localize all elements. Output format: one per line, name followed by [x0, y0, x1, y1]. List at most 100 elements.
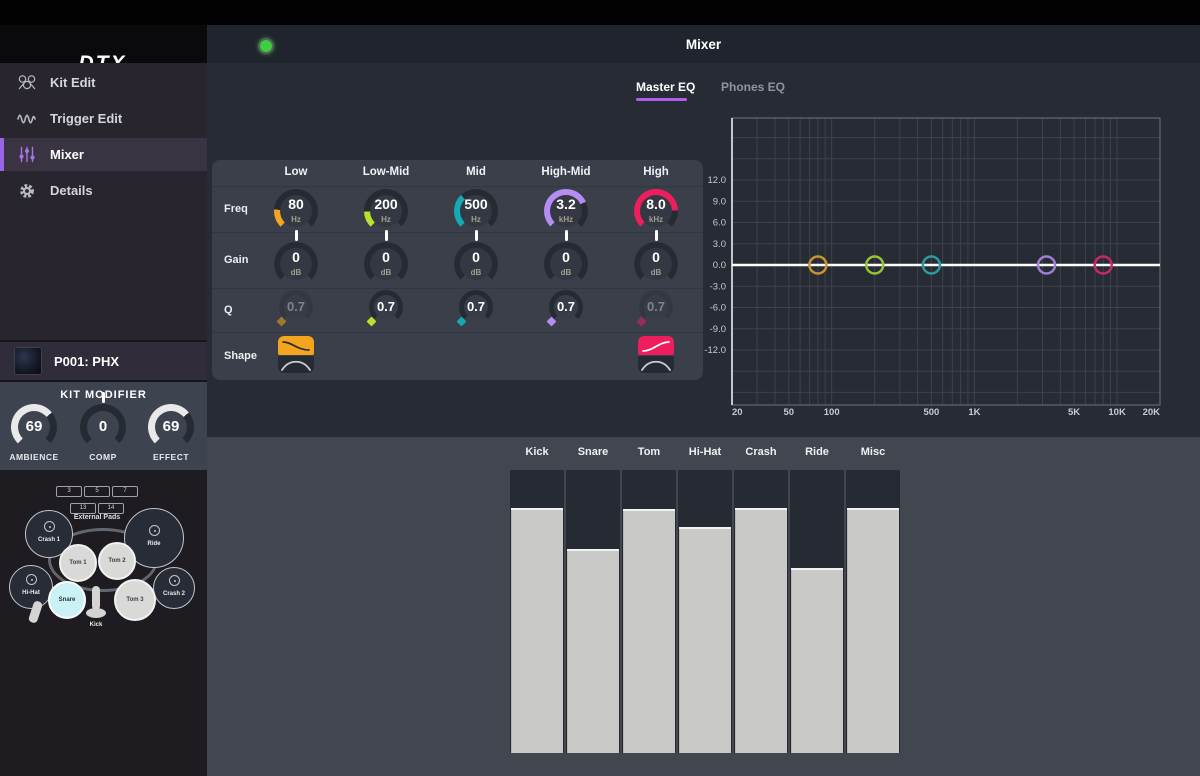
external-pad-button-14[interactable]: 14: [98, 503, 124, 514]
band-cell: 0dB: [431, 242, 521, 286]
q-knob-mid[interactable]: 0.7: [459, 290, 493, 324]
external-pad-button-5[interactable]: 5: [84, 486, 110, 497]
ambience-knob[interactable]: 69: [11, 404, 57, 450]
tab-phones-eq[interactable]: Phones EQ: [721, 80, 785, 94]
pad-kick[interactable]: [92, 586, 100, 610]
comp-label: COMP: [69, 452, 138, 462]
knob-value: 0: [364, 249, 408, 265]
fader-fill: [791, 568, 843, 753]
effect-knob-group: 69EFFECT: [137, 404, 206, 462]
knob-value: 0: [274, 249, 318, 265]
drum-rig-panel: 3571314External PadsCrash 1RideTom 1Tom …: [0, 470, 207, 776]
kit-modifier-section: KIT MODIFIER 69AMBIENCE0COMP69EFFECT: [0, 382, 207, 470]
fader-fill: [679, 527, 731, 753]
mixer-sliders-icon: [16, 146, 38, 164]
shape-shelf-button-high[interactable]: [638, 336, 674, 355]
freq-knob-mid[interactable]: 500Hz: [454, 189, 498, 233]
band-cell: 8.0kHz: [611, 189, 701, 233]
q-knob-high-mid[interactable]: 0.7: [549, 290, 583, 324]
y-axis-tick-label: -12.0: [704, 345, 726, 356]
fader-fill: [623, 509, 675, 753]
sidebar-item-label: Kit Edit: [50, 75, 96, 90]
pad-tom-1[interactable]: Tom 1: [59, 544, 97, 582]
sidebar-nav: Kit Edit Trigger Edit Mixer Details: [0, 63, 207, 340]
fader-crash[interactable]: [734, 470, 788, 753]
x-axis-tick-label: 1K: [968, 407, 980, 418]
gain-knob-high[interactable]: 0dB: [634, 242, 678, 286]
freq-knob-low-mid[interactable]: 200 Hz: [364, 189, 408, 233]
row-separator: [212, 332, 703, 333]
knob-value: 200: [364, 196, 408, 212]
fader-fill: [511, 508, 563, 753]
knob-unit: Hz: [454, 215, 498, 224]
pad-label-snare: Snare: [59, 597, 76, 603]
shape-shelf-button-low[interactable]: [278, 336, 314, 355]
pad-hi-hat[interactable]: Hi-Hat: [9, 565, 53, 609]
channel-label-misc: Misc: [845, 446, 901, 458]
knob-pointer: [565, 230, 568, 241]
kit-thumbnail: [14, 347, 42, 375]
pad-crash-2[interactable]: Crash 2: [153, 567, 195, 609]
freq-knob-low[interactable]: 80 Hz: [274, 189, 318, 233]
fader-snare[interactable]: [566, 470, 620, 753]
sidebar-item-mixer[interactable]: Mixer: [0, 138, 207, 171]
fader-misc[interactable]: [846, 470, 900, 753]
tab-master-eq[interactable]: Master EQ: [636, 80, 695, 94]
fader-tom[interactable]: [622, 470, 676, 753]
gain-knob-mid[interactable]: 0dB: [454, 242, 498, 286]
kit-name: P001: PHX: [54, 354, 119, 369]
row-label-gain: Gain: [224, 254, 248, 266]
q-knob-low[interactable]: 0.7: [279, 290, 313, 324]
ambience-knob-group: 69AMBIENCE: [0, 404, 69, 462]
knob-unit: Hz: [364, 215, 408, 224]
current-kit-row[interactable]: P001: PHX: [0, 340, 207, 382]
cymbal-center-dot: [26, 574, 37, 585]
shape-bell-button-low[interactable]: [278, 356, 314, 373]
external-pad-button-7[interactable]: 7: [112, 486, 138, 497]
fader-fill: [847, 508, 899, 753]
q-knob-high[interactable]: 0.7: [639, 290, 673, 324]
gain-knob-high-mid[interactable]: 0dB: [544, 242, 588, 286]
gain-knob-low-mid[interactable]: 0dB: [364, 242, 408, 286]
band-cell: 3.2kHz: [521, 189, 611, 233]
knob-value: 0: [454, 249, 498, 265]
gain-knob-low[interactable]: 0dB: [274, 242, 318, 286]
knob-value: 0.7: [459, 299, 493, 314]
cymbal-center-dot: [44, 521, 55, 532]
x-axis-tick-label: 500: [923, 407, 939, 418]
freq-knob-high[interactable]: 8.0kHz: [634, 189, 678, 233]
gear-icon: [16, 182, 38, 200]
eq-response-graph[interactable]: 12.09.06.03.00.0-3.0-6.0-9.0-12.02050100…: [700, 112, 1176, 420]
sidebar-item-details[interactable]: Details: [0, 174, 207, 207]
channel-label-hi-hat: Hi-Hat: [677, 446, 733, 458]
row-label-freq: Freq: [224, 203, 248, 215]
sidebar-item-kit-edit[interactable]: Kit Edit: [0, 66, 207, 99]
y-axis-tick-label: 3.0: [713, 239, 726, 250]
comp-knob[interactable]: 0: [80, 404, 126, 450]
external-pad-button-3[interactable]: 3: [56, 486, 82, 497]
knob-unit: kHz: [634, 215, 678, 224]
band-header-low-mid: Low-Mid: [341, 166, 431, 178]
knob-pointer: [385, 230, 388, 241]
fader-ride[interactable]: [790, 470, 844, 753]
fader-hi-hat[interactable]: [678, 470, 732, 753]
knob-unit: Hz: [274, 215, 318, 224]
pad-label-tom-2: Tom 2: [108, 558, 125, 564]
pad-tom-3[interactable]: Tom 3: [114, 579, 156, 621]
pad-snare[interactable]: Snare: [48, 581, 86, 619]
shape-bell-button-high[interactable]: [638, 356, 674, 373]
kit-modifier-knobs: 69AMBIENCE0 COMP69EFFECT: [0, 404, 207, 470]
effect-knob[interactable]: 69: [148, 404, 194, 450]
knob-value: 0.7: [279, 299, 313, 314]
fader-kick[interactable]: [510, 470, 564, 753]
pad-tom-2[interactable]: Tom 2: [98, 542, 136, 580]
knob-value: 80: [274, 196, 318, 212]
band-cell: 0.7: [431, 290, 521, 324]
knob-pointer: [295, 230, 298, 241]
pad-label-kick: Kick: [82, 622, 110, 628]
sidebar-item-trigger-edit[interactable]: Trigger Edit: [0, 102, 207, 135]
q-knob-low-mid[interactable]: 0.7: [369, 290, 403, 324]
freq-knob-high-mid[interactable]: 3.2kHz: [544, 189, 588, 233]
pad-label-ride: Ride: [125, 541, 183, 547]
external-pad-button-13[interactable]: 13: [70, 503, 96, 514]
